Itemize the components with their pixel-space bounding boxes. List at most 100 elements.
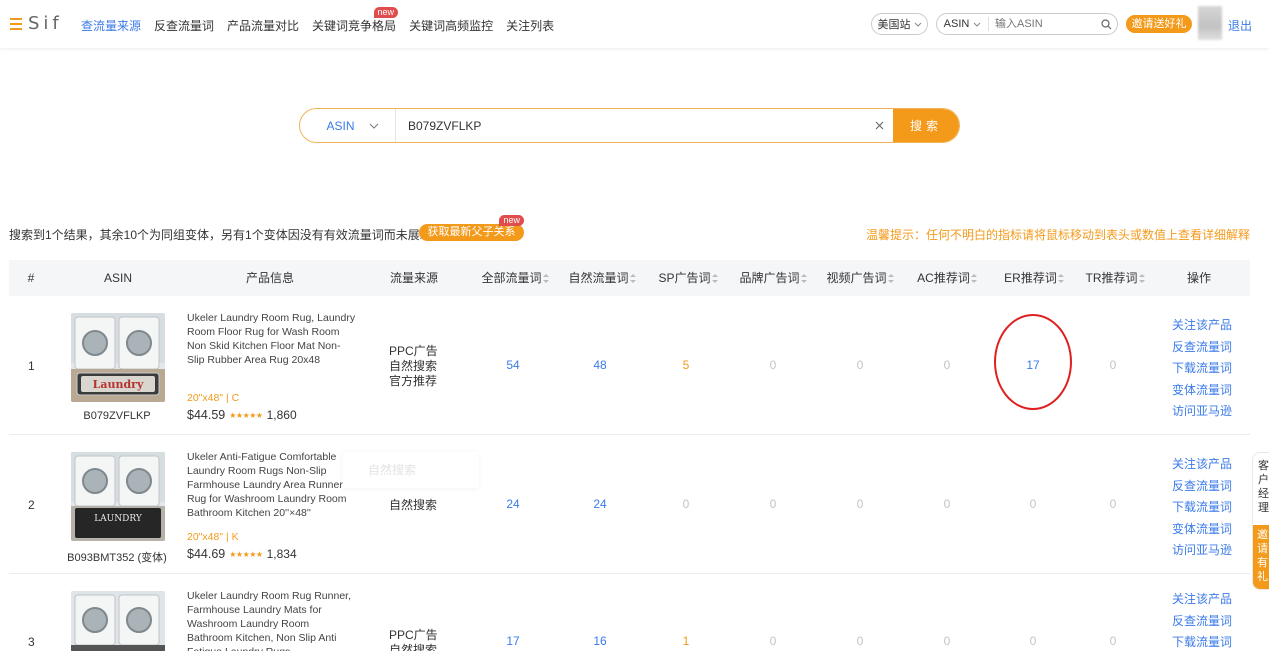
product-variant: 20"x48" | K xyxy=(187,531,239,543)
side-widget[interactable]: 客户经理 邀请有礼 xyxy=(1252,452,1269,590)
row-index: 3 xyxy=(28,635,35,649)
product-title[interactable]: Ukeler Anti-Fatigue Comfortable Laundry … xyxy=(187,450,357,520)
header-ac-keywords[interactable]: AC推荐词 xyxy=(909,260,985,296)
product-title[interactable]: Ukeler Laundry Room Rug, Laundry Room Fl… xyxy=(187,311,357,381)
product-image[interactable]: LAUNDRY xyxy=(71,452,165,541)
highlight-circle xyxy=(994,314,1072,410)
header-label: AC推荐词 xyxy=(917,271,970,285)
product-price: $44.69 xyxy=(187,547,226,561)
reverse-keywords-link[interactable]: 反查流量词 xyxy=(1172,337,1232,359)
product-variant: 20"x48" | C xyxy=(187,392,240,404)
clear-icon[interactable] xyxy=(867,109,891,142)
header-operations: 操作 xyxy=(1186,271,1211,285)
product-image[interactable]: Laundry xyxy=(71,313,165,402)
nav-menu: 查流量来源 反查流量词 产品流量对比 关键词竞争格局 new 关键词高频监控 关注… xyxy=(81,7,567,34)
review-count: 1,860 xyxy=(266,408,297,422)
nav-item-keyword-competition[interactable]: 关键词竞争格局 new xyxy=(312,7,399,34)
logout-link[interactable]: 退出 xyxy=(1228,17,1252,34)
download-keywords-link[interactable]: 下载流量词 xyxy=(1172,497,1232,519)
traffic-source-item: 自然搜索 xyxy=(389,359,438,373)
natural-keywords-count[interactable]: 16 xyxy=(570,634,630,648)
nav-item-keyword-monitor[interactable]: 关键词高频监控 xyxy=(409,17,493,34)
all-keywords-count[interactable]: 17 xyxy=(483,634,543,648)
top-nav: Sif 查流量来源 反查流量词 产品流量对比 关键词竞争格局 new 关键词高频监… xyxy=(0,0,1269,48)
asin-label[interactable]: B079ZVFLKP xyxy=(57,410,177,422)
variant-keywords-link[interactable]: 变体流量词 xyxy=(1172,380,1232,402)
header-sp-keywords[interactable]: SP广告词 xyxy=(650,260,726,296)
header-all-keywords[interactable]: 全部流量词 xyxy=(475,260,555,296)
top-search-input[interactable] xyxy=(989,18,1095,30)
follow-product-link[interactable]: 关注该产品 xyxy=(1172,454,1232,476)
asin-label[interactable]: B093BMT352 (变体) xyxy=(57,549,177,565)
top-search-type-select[interactable]: ASIN xyxy=(937,17,989,31)
visit-amazon-link[interactable]: 访问亚马逊 xyxy=(1172,401,1232,423)
product-price-row: $44.69 ★★★★★ 1,834 xyxy=(187,547,297,561)
traffic-source-item: PPC广告 xyxy=(389,344,438,358)
sp-keywords-count[interactable]: 1 xyxy=(656,634,716,648)
reverse-keywords-link[interactable]: 反查流量词 xyxy=(1172,476,1232,498)
row-index: 2 xyxy=(28,498,35,512)
header-index: # xyxy=(27,271,35,285)
search-input[interactable] xyxy=(396,109,867,142)
header-brand-keywords[interactable]: 品牌广告词 xyxy=(733,260,813,296)
er-keywords-count: 0 xyxy=(1029,634,1037,648)
traffic-sources: PPC广告 自然搜索 官方推荐 xyxy=(389,344,439,389)
invite-button[interactable]: 邀请送好礼 xyxy=(1126,15,1192,33)
reverse-keywords-link[interactable]: 反查流量词 xyxy=(1172,611,1232,633)
table-row: 2 LAUNDRY B093BMT352 (变体) Ukeler Anti-Fa… xyxy=(9,435,1250,574)
all-keywords-count[interactable]: 24 xyxy=(483,497,543,511)
header-label: 全部流量词 xyxy=(481,271,542,285)
header-label: 品牌广告词 xyxy=(739,271,800,285)
download-keywords-link[interactable]: 下载流量词 xyxy=(1172,632,1232,651)
nav-item-label: 查流量来源 xyxy=(81,19,142,33)
product-image[interactable] xyxy=(71,591,165,651)
refresh-parent-button[interactable]: 获取最新父子关系 new xyxy=(419,215,524,241)
ac-keywords-count: 0 xyxy=(943,497,951,511)
all-keywords-count[interactable]: 54 xyxy=(483,358,543,372)
row-index: 1 xyxy=(28,359,35,373)
natural-keywords-count[interactable]: 48 xyxy=(570,358,630,372)
video-keywords-count: 0 xyxy=(856,497,864,511)
visit-amazon-link[interactable]: 访问亚马逊 xyxy=(1172,540,1232,562)
traffic-source-item: PPC广告 xyxy=(389,628,438,642)
nav-item-traffic-source[interactable]: 查流量来源 xyxy=(81,17,141,34)
avatar[interactable] xyxy=(1198,6,1222,40)
header-er-keywords[interactable]: ER推荐词 xyxy=(996,260,1072,296)
chevron-down-icon xyxy=(369,123,378,129)
sort-icon xyxy=(800,274,807,284)
mat-text: Laundry xyxy=(93,378,144,391)
search-icon[interactable] xyxy=(1095,18,1117,30)
nav-item-product-compare[interactable]: 产品流量对比 xyxy=(227,17,299,34)
search-type-select[interactable]: ASIN xyxy=(300,109,396,142)
site-select[interactable]: 美国站 xyxy=(871,13,928,35)
follow-product-link[interactable]: 关注该产品 xyxy=(1172,589,1232,611)
sort-icon xyxy=(887,274,894,284)
header-video-keywords[interactable]: 视频广告词 xyxy=(820,260,900,296)
download-keywords-link[interactable]: 下载流量词 xyxy=(1172,358,1232,380)
invite-gift-label[interactable]: 邀请有礼 xyxy=(1253,525,1269,589)
header-asin: ASIN xyxy=(103,271,132,285)
variant-keywords-link[interactable]: 变体流量词 xyxy=(1172,519,1232,541)
search-button[interactable]: 搜索 xyxy=(893,109,959,142)
new-badge: new xyxy=(499,215,524,226)
nav-item-watchlist[interactable]: 关注列表 xyxy=(506,17,554,34)
nav-item-reverse-keywords[interactable]: 反查流量词 xyxy=(154,17,214,34)
traffic-source-item: 官方推荐 xyxy=(389,374,438,388)
star-rating-icon: ★★★★★ xyxy=(229,410,263,420)
tr-keywords-count: 0 xyxy=(1109,358,1117,372)
header-label: 视频广告词 xyxy=(826,271,887,285)
follow-product-link[interactable]: 关注该产品 xyxy=(1172,315,1232,337)
traffic-source-item: 自然搜索 xyxy=(389,643,438,651)
account-manager-label[interactable]: 客户经理 xyxy=(1253,453,1269,523)
brand-keywords-count: 0 xyxy=(769,634,777,648)
mat-text: LAUNDRY xyxy=(94,514,143,524)
nav-item-label: 产品流量对比 xyxy=(227,19,300,33)
row-operations: 关注该产品 反查流量词 下载流量词 变体流量词 访问亚马逊 xyxy=(1172,315,1232,423)
header-natural-keywords[interactable]: 自然流量词 xyxy=(562,260,642,296)
header-tr-keywords[interactable]: TR推荐词 xyxy=(1077,260,1153,296)
logo[interactable]: Sif xyxy=(10,13,63,34)
sp-keywords-count[interactable]: 5 xyxy=(656,358,716,372)
product-title[interactable]: Ukeler Laundry Room Rug Runner, Farmhous… xyxy=(187,589,357,651)
natural-keywords-count[interactable]: 24 xyxy=(570,497,630,511)
row-operations: 关注该产品 反查流量词 下载流量词 xyxy=(1172,589,1232,651)
